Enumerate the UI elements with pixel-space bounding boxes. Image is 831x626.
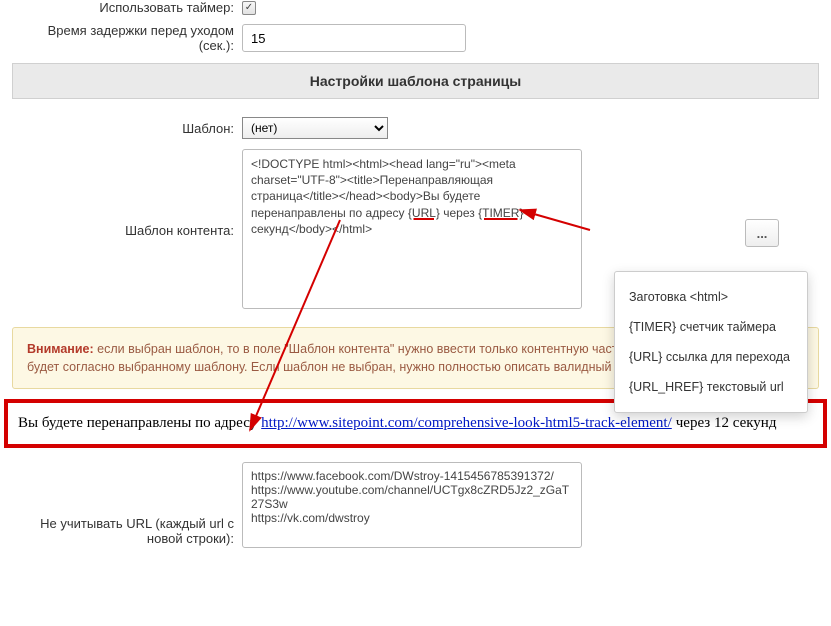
use-timer-label: Использовать таймер: bbox=[12, 0, 242, 15]
exclude-urls-label: Не учитывать URL (каждый url с новой стр… bbox=[12, 462, 242, 546]
use-timer-checkbox[interactable]: ✓ bbox=[242, 1, 256, 15]
warning-strong: Внимание: bbox=[27, 342, 94, 356]
exclude-urls-textarea[interactable] bbox=[242, 462, 582, 548]
row-use-timer: Использовать таймер: ✓ bbox=[12, 0, 819, 15]
template-text-after: секунд</body></html> bbox=[251, 222, 372, 236]
url-placeholder: {URL} bbox=[408, 206, 440, 220]
popover-item-url[interactable]: {URL} ссылка для перехода bbox=[615, 342, 807, 372]
template-label: Шаблон: bbox=[12, 121, 242, 136]
template-text-mid: через bbox=[440, 206, 478, 220]
row-delay: Время задержки перед уходом (сек.): bbox=[12, 23, 819, 53]
form-container-bottom: Не учитывать URL (каждый url с новой стр… bbox=[0, 462, 831, 548]
row-exclude-urls: Не учитывать URL (каждый url с новой стр… bbox=[12, 462, 819, 548]
template-content-label: Шаблон контента: bbox=[12, 149, 242, 238]
popover-item-url-href[interactable]: {URL_HREF} текстовый url bbox=[615, 372, 807, 402]
popover-item-timer[interactable]: {TIMER} счетчик таймера bbox=[615, 312, 807, 342]
template-content-textarea[interactable]: <!DOCTYPE html><html><head lang="ru"><me… bbox=[242, 149, 582, 309]
preview-before: Вы будете перенаправлены по адресу bbox=[18, 415, 257, 432]
row-template-select: Шаблон: (нет) bbox=[12, 117, 819, 139]
popover-item-html[interactable]: Заготовка <html> bbox=[615, 282, 807, 312]
preview-after: через 12 секунд bbox=[676, 415, 777, 432]
preview-link[interactable]: http://www.sitepoint.com/comprehensive-l… bbox=[261, 415, 672, 432]
form-container: Использовать таймер: ✓ Время задержки пе… bbox=[0, 0, 831, 309]
delay-label: Время задержки перед уходом (сек.): bbox=[12, 23, 242, 53]
timer-placeholder: {TIMER} bbox=[478, 206, 523, 220]
template-select[interactable]: (нет) bbox=[242, 117, 388, 139]
more-options-button[interactable]: ... bbox=[745, 219, 779, 247]
placeholder-popover: Заготовка <html> {TIMER} счетчик таймера… bbox=[614, 271, 808, 413]
section-header-template: Настройки шаблона страницы bbox=[12, 63, 819, 99]
delay-input[interactable] bbox=[242, 24, 466, 52]
